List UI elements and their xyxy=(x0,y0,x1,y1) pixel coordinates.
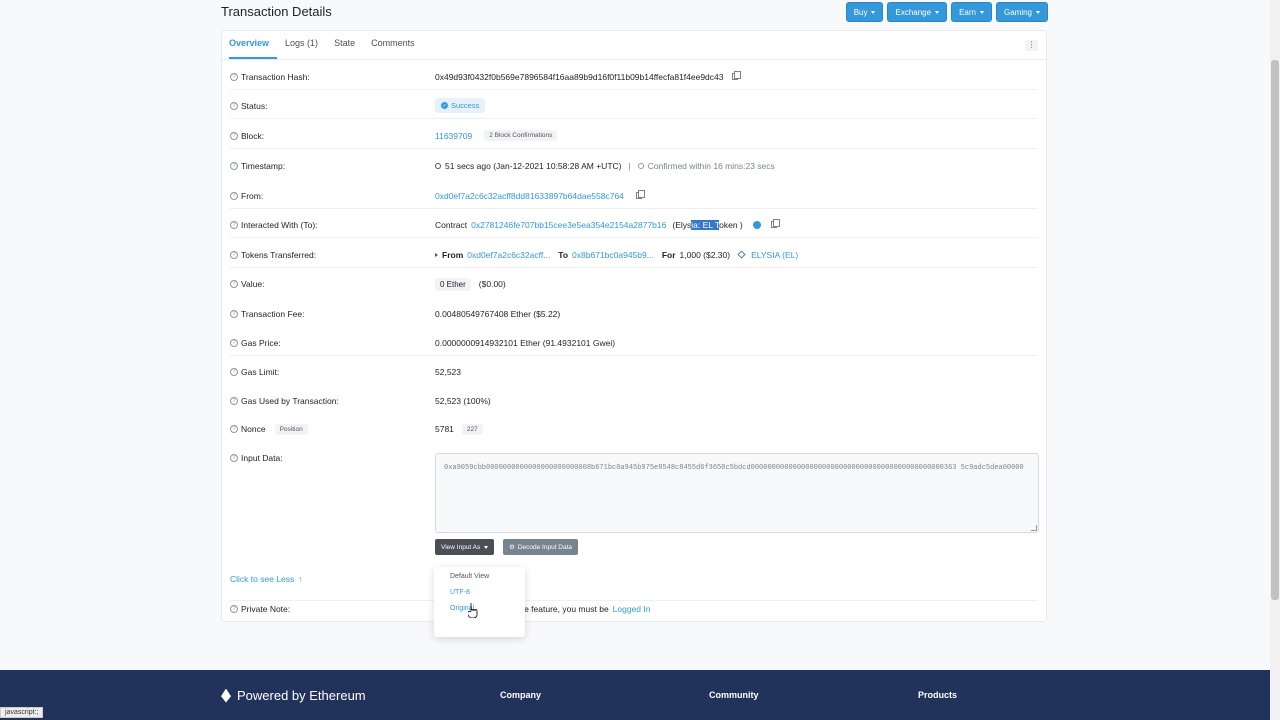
chevron-down-icon xyxy=(484,545,489,549)
help-icon: ? xyxy=(230,397,238,405)
copy-icon[interactable] xyxy=(770,219,780,228)
position-value-badge: 227 xyxy=(461,423,483,435)
help-icon: ? xyxy=(230,604,238,613)
help-icon: ? xyxy=(230,280,238,288)
row-tx-hash: ? Transaction Hash: 0x49d93f0432f0b569e78… xyxy=(230,64,1038,90)
help-icon: ? xyxy=(230,310,238,318)
help-icon: ? xyxy=(230,101,238,110)
row-block: ? Block: 11639709 2 Block Confirmations xyxy=(230,123,1038,149)
chevron-down-icon xyxy=(871,10,876,14)
help-icon: ? xyxy=(230,338,238,347)
dropdown-item-utf8[interactable]: UTF-8 xyxy=(450,589,509,596)
tab-comments[interactable]: Comments xyxy=(371,38,423,59)
help-icon: ? xyxy=(230,220,238,229)
row-timestamp: ? Timestamp: 51 secs ago (Jan-12-2021 10:… xyxy=(230,153,1038,179)
help-icon: ? xyxy=(230,191,238,200)
hand-cursor-icon xyxy=(468,603,478,618)
chevron-down-icon xyxy=(979,10,984,14)
token-link[interactable]: ELYSIA (EL) xyxy=(751,250,798,260)
from-address-link[interactable]: 0xd0ef7a2c6c32acff8dd81633897b64dae558c7… xyxy=(435,191,624,201)
help-icon: ? xyxy=(230,368,238,376)
buy-button[interactable]: Buy xyxy=(845,2,884,22)
top-button-group: Buy Exchange Earn Gaming xyxy=(845,2,1048,22)
selected-text: ia: EL T xyxy=(691,219,720,230)
token-from-link[interactable]: 0xd0ef7a2c6c32acff... xyxy=(467,250,550,260)
row-nonce: ? Nonce Position 5781 227 xyxy=(230,416,1038,442)
tab-state[interactable]: State xyxy=(334,38,363,59)
caret-right-icon xyxy=(435,252,438,257)
earn-button[interactable]: Earn xyxy=(951,2,992,22)
footer-title: Powered by Ethereum xyxy=(221,688,366,703)
more-options-icon[interactable]: ⋮ xyxy=(1025,40,1038,51)
token-to-link[interactable]: 0x8b671bc0a945b9... xyxy=(572,250,654,260)
tx-hash-value: 0x49d93f0432f0b569e7896584f16aa89b9d16f0… xyxy=(435,71,724,82)
row-value: ? Value: 0 Ether ($0.00) xyxy=(230,271,1038,297)
ethereum-logo-icon xyxy=(221,688,231,703)
chevron-down-icon xyxy=(935,10,940,14)
tab-bar: Overview Logs (1) State Comments ⋮ xyxy=(222,31,1046,60)
help-icon: ? xyxy=(230,162,238,170)
transaction-card: Overview Logs (1) State Comments ⋮ ? Tran… xyxy=(221,30,1047,622)
confirmations-badge: 2 Block Confirmations xyxy=(484,130,558,141)
row-gas-used: ? Gas Used by Transaction: 52,523 (100%) xyxy=(230,388,1038,414)
help-icon: ? xyxy=(230,250,238,259)
copy-icon[interactable] xyxy=(635,190,645,199)
row-tx-fee: ? Transaction Fee: 0.00480549767408 Ether… xyxy=(230,301,1038,327)
ether-value-badge: 0 Ether xyxy=(435,277,471,291)
row-gas-price: ? Gas Price: 0.0000000914932101 Ether (91… xyxy=(230,330,1038,356)
check-icon: ✓ xyxy=(441,102,448,109)
tab-overview[interactable]: Overview xyxy=(229,38,278,59)
row-gas-limit: ? Gas Limit: 52,523 xyxy=(230,359,1038,385)
row-status: ? Status: ✓ Success xyxy=(230,93,1038,119)
footer-products: Products xyxy=(918,690,958,700)
input-data-textarea[interactable]: 0xa9059cbb0000000000000000000000008b671b… xyxy=(435,453,1039,533)
footer: Powered by Ethereum Company Community Pr… xyxy=(0,670,1270,720)
row-private-note: ? Private Note: ote feature, you must be L… xyxy=(230,600,1038,616)
scrollbar-thumb[interactable] xyxy=(1271,60,1279,600)
view-input-as-button[interactable]: View Input As xyxy=(435,539,495,555)
tab-logs[interactable]: Logs (1) xyxy=(285,38,326,59)
clock-icon xyxy=(435,163,441,169)
block-link[interactable]: 11639709 xyxy=(435,131,472,141)
row-from: ? From: 0xd0ef7a2c6c32acff8dd81633897b64d… xyxy=(230,183,1038,209)
token-icon xyxy=(737,250,746,259)
decode-input-button[interactable]: ⚙ Decode Input Data xyxy=(503,539,579,555)
help-icon: ? xyxy=(230,454,238,462)
see-less-link[interactable]: Click to see Less ↑ xyxy=(230,574,303,584)
contract-address-link[interactable]: 0x2781246fe707bb15cee3e5ea354e2154a2877b… xyxy=(471,220,666,230)
status-badge: ✓ Success xyxy=(435,98,486,113)
row-interacted-with: ? Interacted With (To): Contract 0x2781246… xyxy=(230,212,1038,238)
footer-company: Company xyxy=(500,690,542,700)
dropdown-item-default[interactable]: Default View xyxy=(450,573,509,580)
help-icon: ? xyxy=(230,425,238,433)
page-title: Transaction Details xyxy=(221,4,332,19)
arrow-up-icon: ↑ xyxy=(298,574,303,584)
browser-status-bar: javascript:; xyxy=(0,707,44,718)
chevron-down-icon xyxy=(1036,10,1040,14)
row-tokens-transferred: ? Tokens Transferred: From 0xd0ef7a2c6c32a… xyxy=(230,242,1038,268)
exchange-button[interactable]: Exchange xyxy=(887,2,948,22)
copy-icon[interactable] xyxy=(731,71,741,80)
scrollbar[interactable] xyxy=(1270,0,1280,720)
login-link[interactable]: Logged In xyxy=(613,604,651,614)
gaming-button[interactable]: Gaming xyxy=(995,2,1048,22)
help-icon: ? xyxy=(230,72,238,81)
footer-community: Community xyxy=(709,690,759,700)
verified-icon xyxy=(752,220,761,229)
timer-icon xyxy=(637,163,644,169)
resize-handle[interactable] xyxy=(1031,525,1037,531)
decode-icon: ⚙ xyxy=(509,544,515,551)
position-badge: Position xyxy=(274,423,308,435)
help-icon: ? xyxy=(230,131,238,140)
